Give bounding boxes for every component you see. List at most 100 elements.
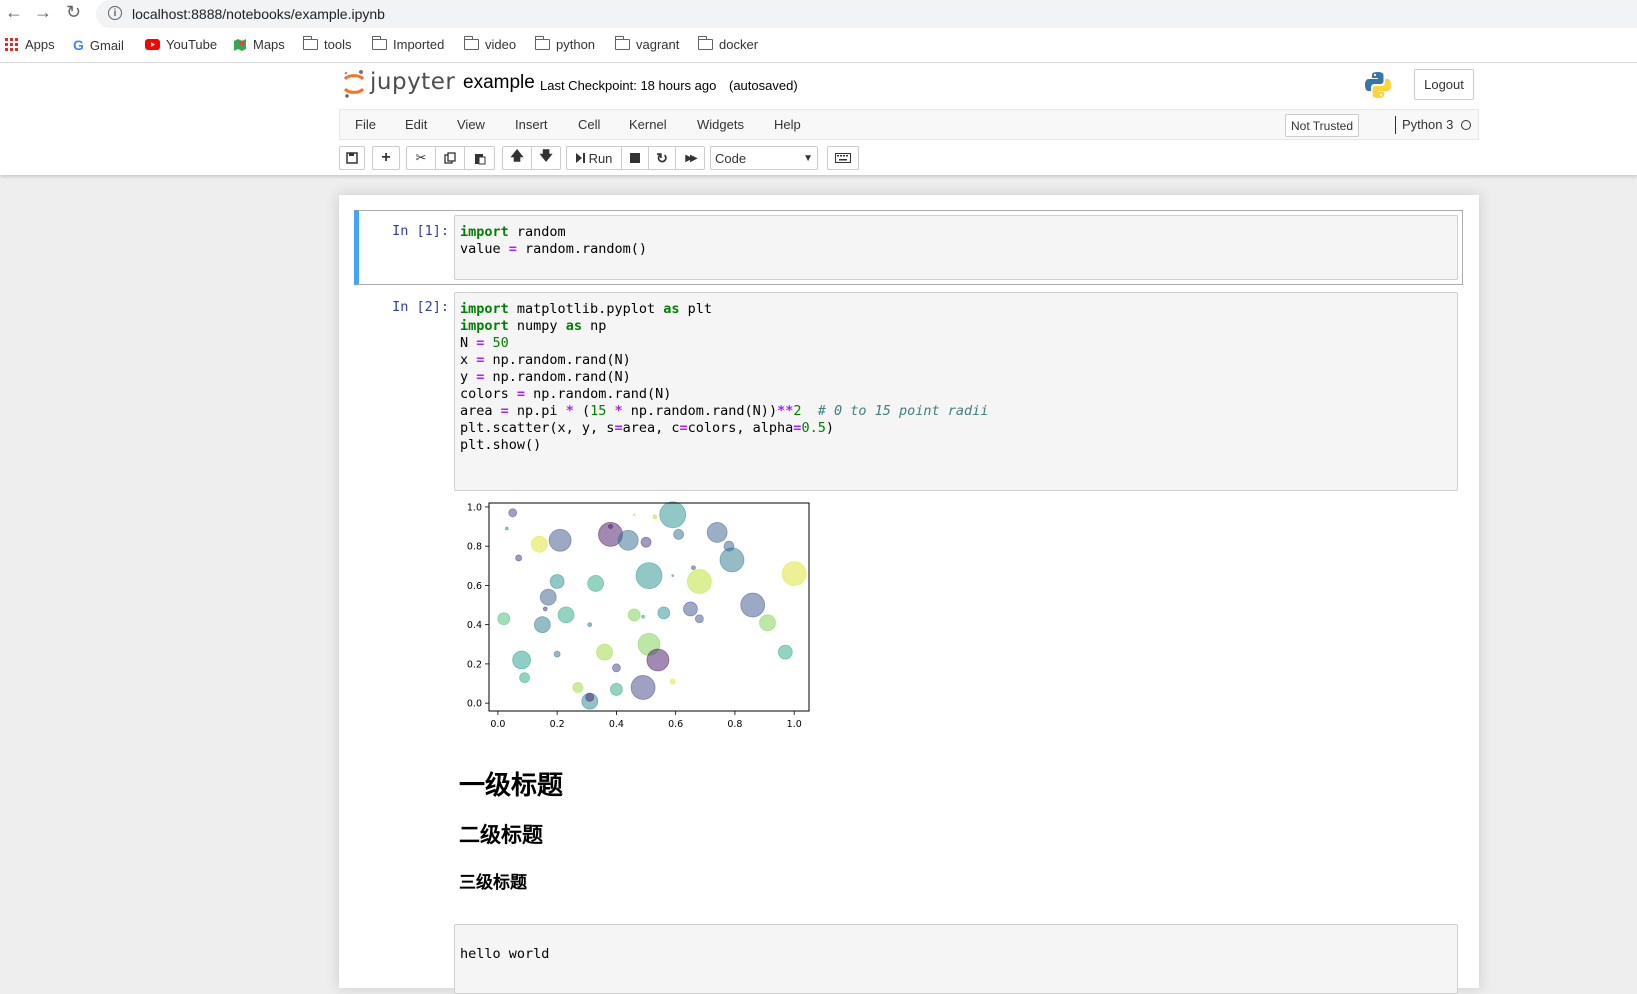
move-up-button[interactable]: 🡅 <box>502 146 532 170</box>
bookmark-label: Maps <box>253 37 285 52</box>
bookmark-gmail[interactable]: G Gmail <box>73 37 124 53</box>
forward-icon[interactable]: → <box>34 2 52 23</box>
cell-prompt: In [2]: <box>392 299 449 315</box>
scatter-point <box>610 683 623 696</box>
menu-edit[interactable]: Edit <box>405 117 427 132</box>
scatter-point <box>630 675 656 700</box>
operator: = <box>508 241 517 257</box>
bookmark-python[interactable]: python <box>534 36 596 52</box>
comment: # 0 to 15 point radii <box>817 403 989 419</box>
run-label: Run <box>588 150 613 166</box>
code-text: import matplotlib.pyplot as plt import n… <box>460 301 989 453</box>
code-editor[interactable]: import random value = random.random() <box>454 215 1458 280</box>
interrupt-kernel-button[interactable] <box>621 146 649 170</box>
menu-kernel[interactable]: Kernel <box>629 117 667 132</box>
y-tick-label: 0.6 <box>467 581 482 592</box>
paste-button[interactable] <box>464 146 495 170</box>
bookmark-imported[interactable]: Imported <box>371 36 445 52</box>
site-info-icon[interactable]: i <box>108 6 122 20</box>
scatter-point <box>652 514 658 520</box>
bookmark-video[interactable]: video <box>463 36 516 52</box>
trusted-label: Not Trusted <box>1291 118 1354 133</box>
not-trusted-button[interactable]: Not Trusted <box>1285 114 1360 137</box>
scatter-point <box>539 588 557 606</box>
cell-type-value: Code <box>715 150 747 166</box>
x-tick-label: 1.0 <box>787 719 802 730</box>
menu-insert[interactable]: Insert <box>515 117 548 132</box>
cell-type-select[interactable]: Code ▼ <box>710 146 818 170</box>
bookmark-label: Imported <box>393 37 445 52</box>
command-palette-button[interactable] <box>827 146 859 170</box>
save-button[interactable] <box>339 146 365 170</box>
scatter-point <box>694 614 704 624</box>
menu-view[interactable]: View <box>457 117 485 132</box>
scatter-point <box>671 574 675 578</box>
run-button[interactable]: Run <box>566 146 622 170</box>
bookmark-label: Gmail <box>89 37 124 53</box>
cut-button[interactable]: ✂ <box>406 146 436 170</box>
scatter-point <box>781 561 807 587</box>
operator: = <box>476 352 485 368</box>
x-tick-label: 0.8 <box>727 719 742 730</box>
scatter-point <box>635 562 663 590</box>
bookmark-docker[interactable]: docker <box>697 36 759 52</box>
scatter-point <box>542 606 548 612</box>
url-field[interactable]: i localhost:8888/notebooks/example.ipynb <box>96 0 1637 28</box>
scatter-point <box>740 592 766 618</box>
scatter-point <box>508 508 518 518</box>
folder-icon <box>614 36 630 50</box>
move-down-button[interactable]: 🡇 <box>531 146 561 170</box>
operator: ** <box>777 403 794 419</box>
bookmark-tools[interactable]: tools <box>302 36 351 52</box>
scatter-point <box>759 614 776 632</box>
markdown-heading-2: 二级标题 <box>459 823 543 847</box>
keyboard-icon <box>835 153 851 163</box>
markdown-heading-3: 三级标题 <box>459 873 527 893</box>
scatter-point <box>719 547 745 573</box>
scatter-point <box>530 535 548 553</box>
jupyter-logo-text: jupyter <box>370 69 456 95</box>
scatter-point <box>533 616 551 634</box>
scatter-point <box>519 672 530 684</box>
scatter-point <box>641 614 645 619</box>
bookmark-label: python <box>556 37 596 52</box>
operator: * <box>614 403 623 419</box>
code-editor[interactable]: import matplotlib.pyplot as plt import n… <box>454 292 1458 491</box>
bookmark-apps[interactable]: Apps <box>5 37 55 52</box>
y-tick-label: 0.2 <box>467 659 482 670</box>
bookmark-label: docker <box>719 37 759 52</box>
restart-kernel-button[interactable]: ↻ <box>648 146 676 170</box>
operator: = <box>476 335 485 351</box>
scatter-point <box>512 650 531 670</box>
scatter-point <box>553 650 561 658</box>
back-icon[interactable]: ← <box>5 2 23 23</box>
cell-prompt: In [1]: <box>392 223 449 239</box>
insert-cell-button[interactable]: + <box>372 146 400 170</box>
paste-icon <box>474 153 485 164</box>
youtube-icon <box>145 39 160 50</box>
scatter-point <box>608 524 613 529</box>
code-editor[interactable]: hello world <box>454 924 1458 994</box>
logout-button[interactable]: Logout <box>1414 69 1474 100</box>
scatter-point <box>596 643 613 661</box>
operator: = <box>500 403 509 419</box>
python-logo-icon <box>1365 72 1391 98</box>
reload-icon[interactable]: ↻ <box>66 2 81 23</box>
restart-run-all-button[interactable]: ▶▶ <box>675 146 705 170</box>
menu-file[interactable]: File <box>355 117 376 132</box>
code-text: hello world <box>460 946 550 962</box>
bookmark-vagrant[interactable]: vagrant <box>614 36 679 52</box>
menu-widgets[interactable]: Widgets <box>697 117 744 132</box>
kernel-name[interactable]: Python 3 <box>1402 117 1453 132</box>
bookmark-youtube[interactable]: YouTube <box>145 37 217 52</box>
scatter-point <box>686 569 712 594</box>
notebook-name[interactable]: example <box>463 72 535 94</box>
bookmark-maps[interactable]: Maps <box>233 37 285 52</box>
keyword: import <box>460 301 509 317</box>
menu-cell[interactable]: Cell <box>578 117 600 132</box>
copy-button[interactable] <box>435 146 465 170</box>
scatter-point <box>640 536 652 548</box>
scatter-point <box>587 622 593 628</box>
scatter-point <box>657 606 671 620</box>
menu-help[interactable]: Help <box>774 117 801 132</box>
